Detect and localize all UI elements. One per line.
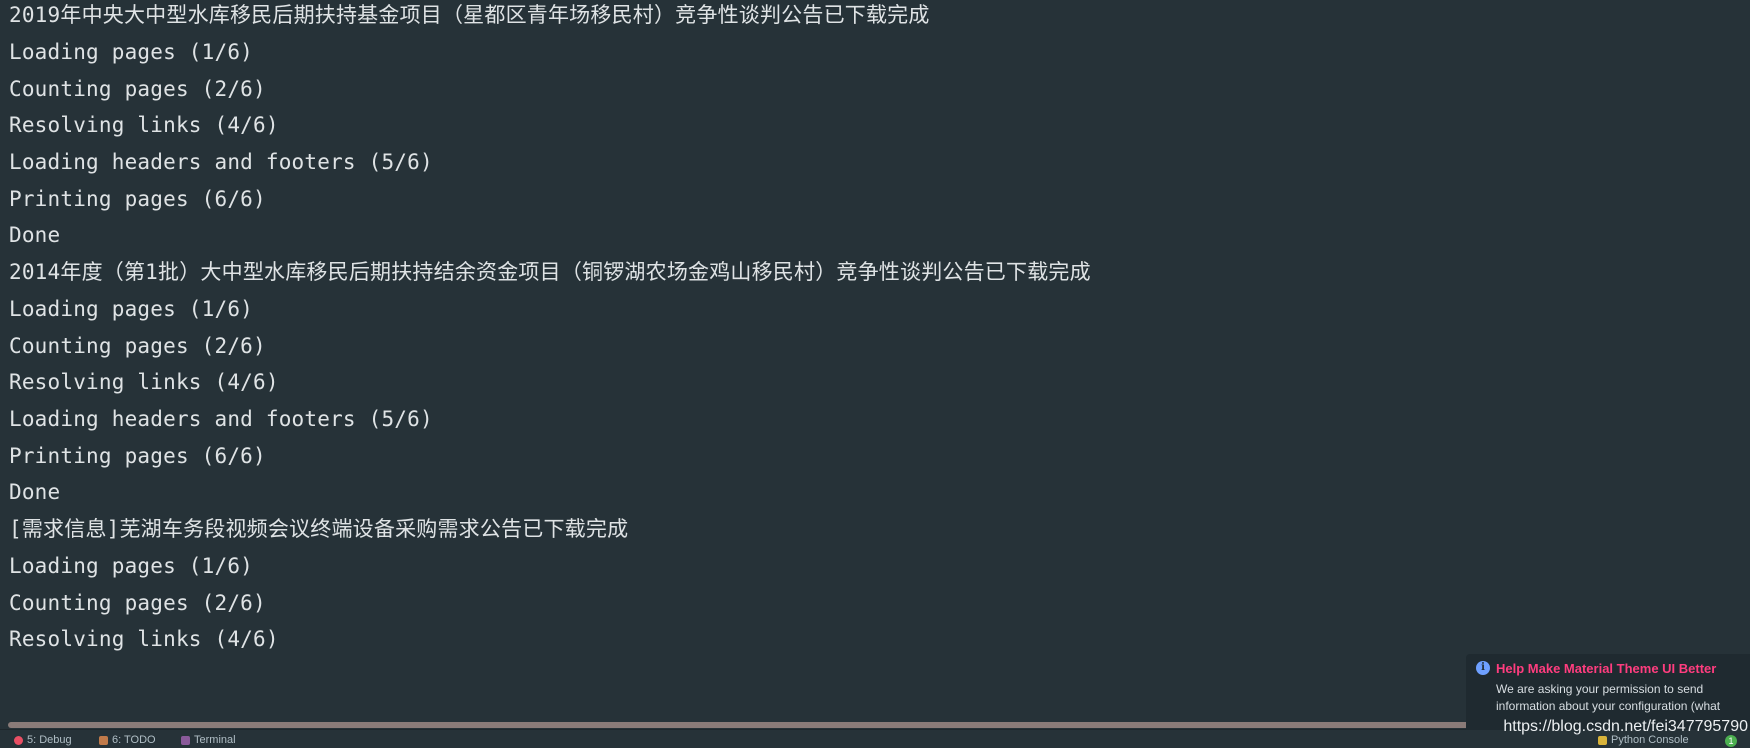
- terminal-tab-label: Terminal: [194, 734, 236, 746]
- python-console-icon: [1598, 736, 1607, 745]
- console-output[interactable]: 2019年中央大中型水库移民后期扶持基金项目（星都区青年场移民村）竞争性谈判公告…: [0, 0, 1750, 722]
- console-line: Loading pages (1/6): [9, 40, 254, 64]
- tool-window-bar: 5: Debug 6: TODO Terminal Python Console…: [0, 729, 1750, 748]
- debug-tab[interactable]: 5: Debug: [14, 733, 72, 748]
- console-line: Printing pages (6/6): [9, 187, 266, 211]
- console-line: Resolving links (4/6): [9, 627, 279, 651]
- todo-tab[interactable]: 6: TODO: [99, 733, 156, 748]
- debug-icon: [14, 736, 23, 745]
- console-line: [需求信息]芜湖车务段视频会议终端设备采购需求公告已下载完成: [9, 517, 629, 541]
- debug-tab-label: 5: Debug: [27, 734, 72, 746]
- terminal-tab[interactable]: Terminal: [181, 733, 236, 748]
- console-line: Loading headers and footers (5/6): [9, 150, 433, 174]
- console-line: Resolving links (4/6): [9, 370, 279, 394]
- console-line: Loading pages (1/6): [9, 554, 254, 578]
- todo-tab-label: 6: TODO: [112, 734, 156, 746]
- console-line: Counting pages (2/6): [9, 77, 266, 101]
- console-line: Done: [9, 480, 61, 504]
- watermark: https://blog.csdn.net/fei347795790: [1503, 718, 1748, 735]
- info-icon: i: [1476, 661, 1490, 675]
- event-count-badge: 1: [1725, 734, 1737, 747]
- console-line: Printing pages (6/6): [9, 444, 266, 468]
- console-line: Done: [9, 223, 61, 247]
- console-line: 2014年度（第1批）大中型水库移民后期扶持结余资金项目（铜锣湖农场金鸡山移民村…: [9, 260, 1091, 284]
- notification-body: We are asking your permission to send in…: [1496, 682, 1721, 713]
- console-line: Loading headers and footers (5/6): [9, 407, 433, 431]
- notification-title[interactable]: Help Make Material Theme UI Better: [1496, 661, 1716, 676]
- console-line: Counting pages (2/6): [9, 591, 266, 615]
- console-line: 2019年中央大中型水库移民后期扶持基金项目（星都区青年场移民村）竞争性谈判公告…: [9, 3, 930, 27]
- console-line: Resolving links (4/6): [9, 113, 279, 137]
- todo-icon: [99, 736, 108, 745]
- terminal-icon: [181, 736, 190, 745]
- console-line: Loading pages (1/6): [9, 297, 254, 321]
- console-line: Counting pages (2/6): [9, 334, 266, 358]
